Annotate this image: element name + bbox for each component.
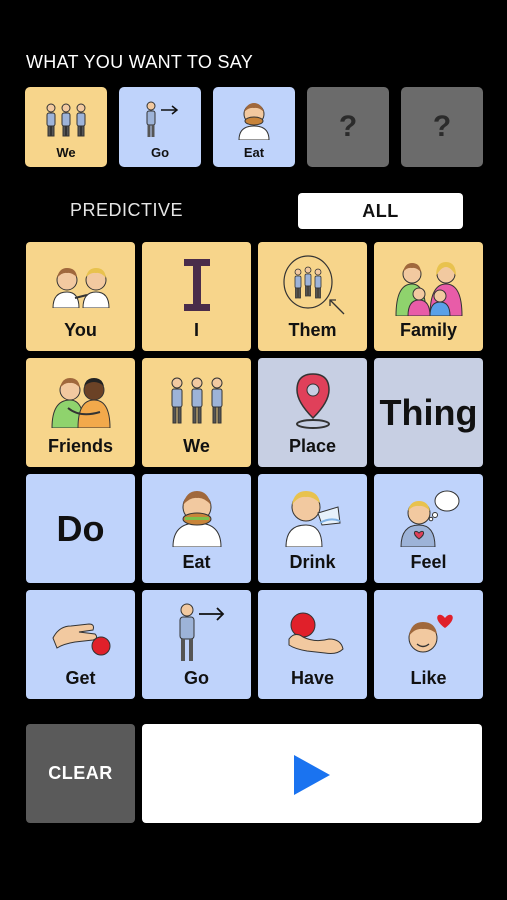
face-heart-icon (374, 600, 483, 666)
tile-get[interactable]: Get (26, 590, 135, 699)
tile-have[interactable]: Have (258, 590, 367, 699)
tile-label: Drink (289, 552, 336, 572)
person-walking-arrow-icon (119, 97, 201, 143)
tile-friends[interactable]: Friends (26, 358, 135, 467)
circled-group-icon (258, 252, 367, 318)
tile-label: Go (184, 668, 209, 688)
tile-feel[interactable]: Feel (374, 474, 483, 583)
sentence-word-label: Eat (243, 145, 265, 160)
clear-button[interactable]: CLEAR (26, 724, 135, 823)
sentence-word-go[interactable]: Go (119, 87, 201, 167)
speak-bar[interactable] (142, 724, 482, 823)
person-walking-arrow-icon (142, 600, 251, 666)
tile-label: Eat (182, 552, 211, 572)
family-icon (374, 252, 483, 318)
hand-holding-ball-icon (258, 600, 367, 666)
tile-we[interactable]: We (142, 358, 251, 467)
tile-label: I (193, 320, 199, 340)
tile-label: Do (56, 507, 105, 549)
hand-reaching-ball-icon (26, 600, 135, 666)
tile-label: You (64, 320, 97, 340)
tile-label: Have (290, 668, 335, 688)
sentence-word-label: Go (150, 145, 170, 160)
tile-label: We (183, 436, 210, 456)
two-people-pointing-icon (26, 252, 135, 318)
tile-them[interactable]: Them (258, 242, 367, 351)
tile-you[interactable]: You (26, 242, 135, 351)
person-eating-icon (142, 484, 251, 550)
sentence-word-we[interactable]: We (25, 87, 107, 167)
tile-thing[interactable]: Thing (374, 358, 483, 467)
map-pin-icon (258, 368, 367, 434)
tile-place[interactable]: Place (258, 358, 367, 467)
tile-label: Family (399, 320, 458, 340)
tile-family[interactable]: Family (374, 242, 483, 351)
letter-i-icon (142, 252, 251, 318)
sentence-word-label: We (56, 145, 76, 160)
tile-label: Them (288, 320, 337, 340)
play-icon[interactable] (294, 755, 330, 800)
sentence-slot-empty[interactable]: ? (307, 87, 389, 167)
person-eating-icon (213, 97, 295, 143)
tile-eat[interactable]: Eat (142, 474, 251, 583)
tile-label: Place (288, 436, 337, 456)
three-people-icon (142, 368, 251, 434)
tile-go[interactable]: Go (142, 590, 251, 699)
tile-label: Feel (410, 552, 447, 572)
tile-do[interactable]: Do (26, 474, 135, 583)
tab-predictive[interactable]: PREDICTIVE (70, 200, 183, 221)
tile-label: Friends (47, 436, 113, 456)
person-thinking-heart-icon (374, 484, 483, 550)
tile-like[interactable]: Like (374, 590, 483, 699)
tile-drink[interactable]: Drink (258, 474, 367, 583)
tile-label: Get (65, 668, 96, 688)
three-people-icon (25, 97, 107, 143)
sentence-slot-empty[interactable]: ? (401, 87, 483, 167)
sentence-heading: WHAT YOU WANT TO SAY (26, 52, 254, 72)
friends-hug-icon (26, 368, 135, 434)
tile-i[interactable]: I (142, 242, 251, 351)
tile-label: Thing (379, 391, 478, 433)
tab-all[interactable]: ALL (298, 193, 463, 229)
sentence-word-eat[interactable]: Eat (213, 87, 295, 167)
person-drinking-icon (258, 484, 367, 550)
tile-label: Like (410, 668, 447, 688)
